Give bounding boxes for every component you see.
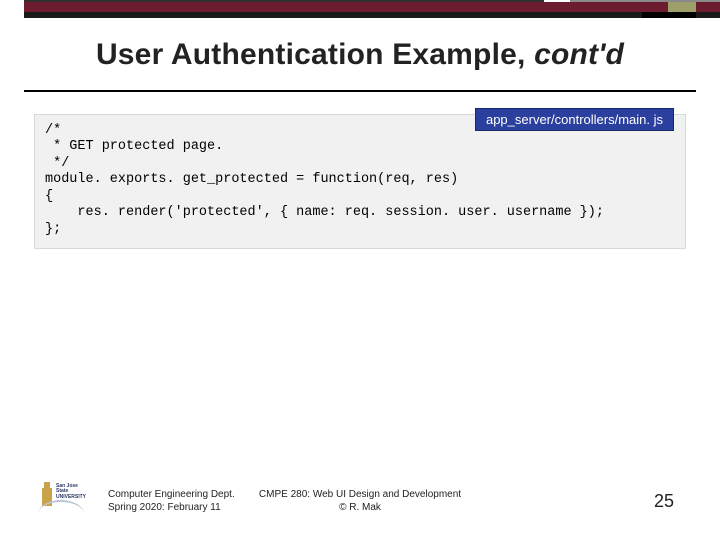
slide: User Authentication Example, cont'd /* *… [0, 0, 720, 540]
title-contd: cont'd [534, 38, 624, 71]
page-number: 25 [654, 491, 674, 512]
footer: San Jose State UNIVERSITY Computer Engin… [0, 466, 720, 522]
top-accent-bar [0, 0, 720, 18]
footer-course: CMPE 280: Web UI Design and Development [0, 489, 720, 502]
slide-title: User Authentication Example, cont'd [0, 38, 720, 72]
title-text: User Authentication Example, [96, 38, 534, 71]
title-underline [24, 90, 696, 92]
code-block: /* * GET protected page. */ module. expo… [34, 114, 686, 249]
footer-center: CMPE 280: Web UI Design and Development … [0, 489, 720, 514]
file-path-label: app_server/controllers/main. js [475, 108, 674, 131]
footer-copyright: © R. Mak [0, 502, 720, 515]
